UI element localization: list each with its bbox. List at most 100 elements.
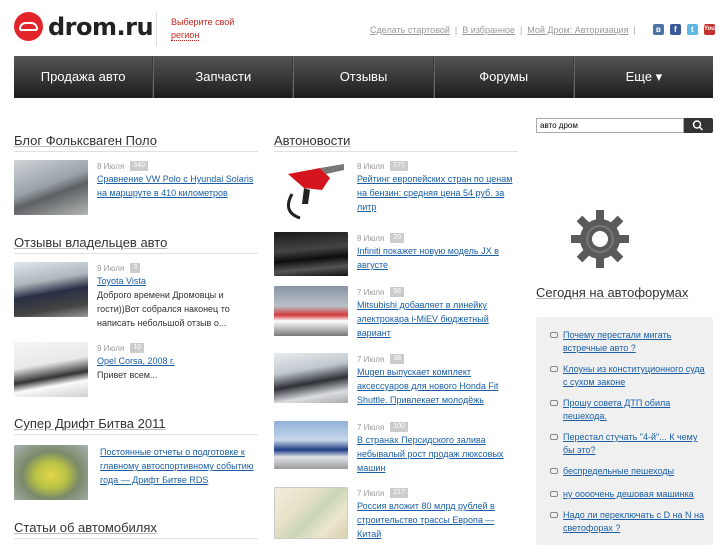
reviews-heading[interactable]: Отзывы владельцев авто <box>14 235 258 254</box>
item-date: 8 Июля <box>357 161 385 171</box>
map-thumbnail[interactable] <box>274 487 348 539</box>
news-item-title[interactable]: Рейтинг европейских стран по ценам на бе… <box>357 172 518 214</box>
review-item: 9 Июля 10 Opel Corsa, 2008 г. Привет всем… <box>14 342 258 397</box>
blog-item: 8 Июля 340 Сравнение VW Polo с Hyundai So… <box>14 160 258 215</box>
review-thumbnail[interactable] <box>14 262 88 317</box>
item-date: 9 Июля <box>97 263 125 273</box>
logo-text: drom.ru <box>48 12 154 41</box>
news-item-title[interactable]: Mugen выпускает комплект аксессуаров для… <box>357 365 518 407</box>
social-icons: в f t You <box>647 24 715 35</box>
nav-reviews[interactable]: Отзывы <box>293 56 434 98</box>
nav-forums[interactable]: Форумы <box>433 56 574 98</box>
add-favorites-link[interactable]: В избранное <box>462 25 515 35</box>
articles-heading[interactable]: Статьи об автомобилях <box>14 520 258 539</box>
comment-bubble-icon <box>550 491 558 497</box>
comment-count: 20 <box>390 233 405 243</box>
comment-count: 100 <box>390 422 408 432</box>
forum-topic[interactable]: Перестал стучать "4-й"... К чему бы это? <box>550 431 705 457</box>
item-date: 7 Июля <box>357 422 385 432</box>
blog-heading-wrap: Блог Фольксваген Поло <box>14 133 258 152</box>
drift-thumbnail[interactable] <box>14 445 88 500</box>
region-label-line2[interactable]: регион <box>171 30 200 41</box>
news-item: 8 Июля 20 Infiniti покажет новую модель J… <box>274 232 518 276</box>
forums-heading[interactable]: Сегодня на автофорумах <box>536 285 713 303</box>
drift-heading[interactable]: Супер Дрифт Битва 2011 <box>14 416 258 435</box>
logo-car-icon <box>14 12 43 41</box>
news-heading[interactable]: Автоновости <box>274 133 518 152</box>
nav-more[interactable]: Еще ▾ <box>573 56 713 98</box>
news-item: 7 Июля 100 В странах Персидского залива н… <box>274 421 518 475</box>
gear-icon <box>567 206 633 272</box>
site-logo[interactable]: drom.ru <box>14 12 154 41</box>
forum-list: Почему перестали мигать встречные авто ?… <box>536 317 713 545</box>
review-item: 9 Июля 3 Toyota Vista Доброго времени Дро… <box>14 262 258 330</box>
comment-count: 58 <box>390 287 405 297</box>
review-item-title[interactable]: Opel Corsa, 2008 г. <box>97 354 258 368</box>
comment-bubble-icon <box>550 332 558 338</box>
header-divider <box>156 12 157 46</box>
comment-count: 10 <box>130 343 145 353</box>
news-item: 7 Июля 38 Mugen выпускает комплект аксесс… <box>274 353 518 407</box>
review-item-title[interactable]: Toyota Vista <box>97 274 258 288</box>
forum-topic[interactable]: ну оооочень дешовая машинка <box>550 488 705 501</box>
news-item: 8 Июля 271 Рейтинг европейских стран по ц… <box>274 160 518 220</box>
item-date: 7 Июля <box>357 287 385 297</box>
item-date: 8 Июля <box>97 161 125 171</box>
twitter-icon[interactable]: t <box>686 24 698 35</box>
main-nav: Продажа авто Запчасти Отзывы Форумы Еще … <box>14 56 713 98</box>
region-selector[interactable]: Выберите свой регион <box>171 16 251 42</box>
forum-topic[interactable]: Почему перестали мигать встречные авто ? <box>550 329 705 355</box>
review-item-desc: Доброго времени Дромовцы и гости))Вот со… <box>97 290 230 328</box>
make-homepage-link[interactable]: Сделать стартовой <box>370 25 450 35</box>
news-thumbnail[interactable] <box>274 232 348 276</box>
facebook-icon[interactable]: f <box>669 24 681 35</box>
my-drom-login-link[interactable]: Мой Дром: Авторизация <box>527 25 628 35</box>
news-item-title[interactable]: Россия вложит 80 млрд рублей в строитель… <box>357 499 518 541</box>
comment-count: 217 <box>390 488 408 498</box>
comment-bubble-icon <box>550 512 558 518</box>
review-thumbnail[interactable] <box>14 342 88 397</box>
drift-item-title[interactable]: Постоянные отчеты о подготовке к главном… <box>100 445 260 487</box>
search-input[interactable] <box>536 118 684 133</box>
news-thumbnail[interactable] <box>274 286 348 336</box>
fuel-nozzle-icon <box>286 164 344 220</box>
comment-bubble-icon <box>550 434 558 440</box>
nav-parts[interactable]: Запчасти <box>153 56 294 98</box>
search-box <box>536 118 713 133</box>
comment-count: 271 <box>390 161 408 171</box>
news-item-title[interactable]: Mitsubishi добавляет в линейку электрока… <box>357 298 518 340</box>
comment-count: 340 <box>130 161 148 171</box>
comment-bubble-icon <box>550 468 558 474</box>
news-thumbnail[interactable] <box>274 421 348 469</box>
blog-thumbnail[interactable] <box>14 160 88 215</box>
forum-topic[interactable]: беспредельные пешеходы <box>550 465 705 478</box>
news-thumbnail[interactable] <box>274 353 348 403</box>
drift-item: Постоянные отчеты о подготовке к главном… <box>14 445 260 500</box>
item-date: 9 Июля <box>97 343 125 353</box>
vk-icon[interactable]: в <box>652 24 664 35</box>
forum-topic[interactable]: Клоуны из конституционного суда с сухом … <box>550 363 705 389</box>
youtube-icon[interactable]: You <box>703 24 715 35</box>
news-item-title[interactable]: В странах Персидского залива небывалый р… <box>357 433 518 475</box>
blog-item-title[interactable]: Сравнение VW Polo с Hyundai Solaris на м… <box>97 172 258 200</box>
review-item-desc: Привет всем... <box>97 370 158 380</box>
fuel-nozzle-thumbnail[interactable] <box>274 160 348 220</box>
forum-topic[interactable]: Надо ли переключать с D на N на светофор… <box>550 509 705 535</box>
search-button[interactable] <box>684 118 713 133</box>
news-item: 7 Июля 217 Россия вложит 80 млрд рублей в… <box>274 487 518 541</box>
comment-count: 3 <box>130 263 141 273</box>
news-item: 7 Июля 58 Mitsubishi добавляет в линейку … <box>274 286 518 340</box>
forum-topic[interactable]: Прошу совета ДТП обила пешехода. <box>550 397 705 423</box>
comment-bubble-icon <box>550 400 558 406</box>
item-date: 8 Июля <box>357 233 385 243</box>
news-item-title[interactable]: Infiniti покажет новую модель JX в авгус… <box>357 244 518 272</box>
search-icon <box>692 120 704 131</box>
item-date: 7 Июля <box>357 354 385 364</box>
comment-bubble-icon <box>550 366 558 372</box>
region-label-line1: Выберите свой <box>171 17 235 27</box>
blog-heading[interactable]: Блог Фольксваген Поло <box>14 133 258 152</box>
site-header: drom.ru Выберите свой регион Сделать ста… <box>0 0 727 56</box>
nav-sale[interactable]: Продажа авто <box>14 56 154 98</box>
comment-count: 38 <box>390 354 405 364</box>
item-date: 7 Июля <box>357 488 385 498</box>
